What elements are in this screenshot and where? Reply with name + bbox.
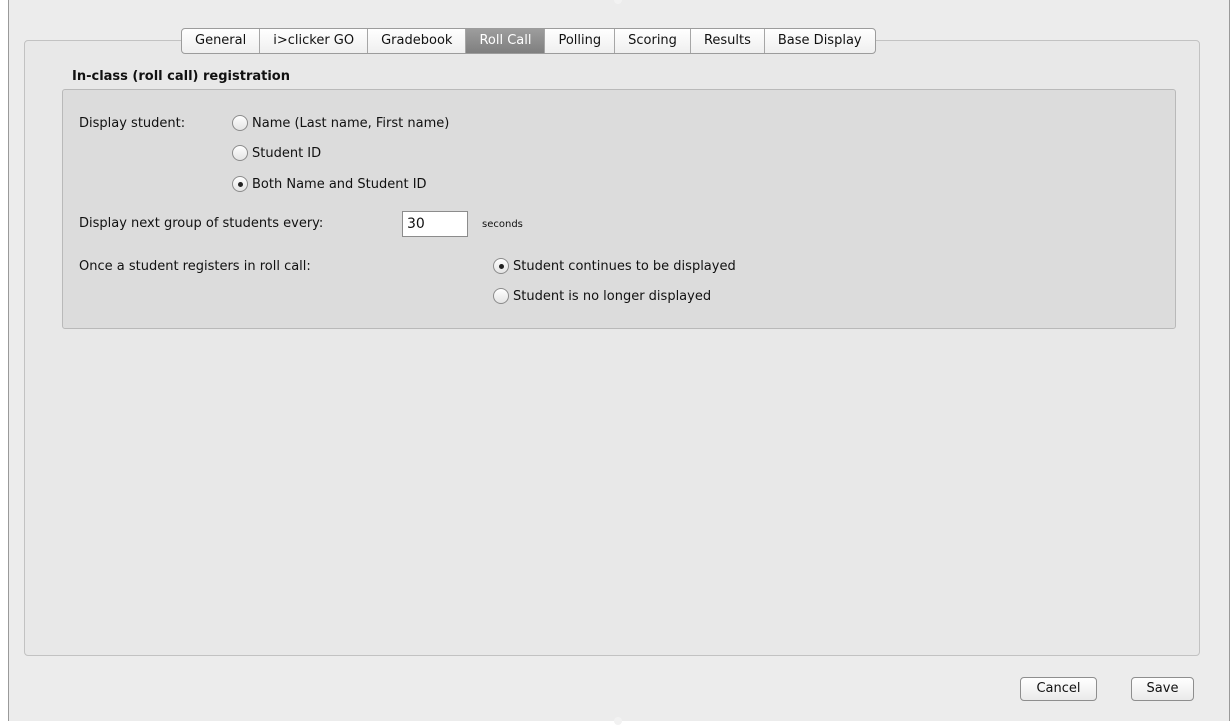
next-group-seconds-input[interactable] — [402, 211, 468, 237]
seconds-unit-label: seconds — [482, 219, 523, 230]
radio-button[interactable] — [232, 145, 248, 161]
radio-continues-option[interactable]: Student continues to be displayed — [493, 258, 736, 274]
save-button[interactable]: Save — [1131, 677, 1194, 701]
cancel-button[interactable]: Cancel — [1020, 677, 1097, 701]
radio-button-selected[interactable] — [232, 176, 248, 192]
radio-label: Student continues to be displayed — [513, 258, 736, 274]
tab-polling[interactable]: Polling — [545, 29, 616, 53]
tab-roll-call[interactable]: Roll Call — [466, 29, 546, 53]
radio-both-option[interactable]: Both Name and Student ID — [232, 176, 427, 192]
radio-label: Both Name and Student ID — [252, 176, 427, 192]
next-group-label: Display next group of students every: — [79, 216, 324, 231]
radio-name-option[interactable]: Name (Last name, First name) — [232, 115, 449, 131]
registers-label: Once a student registers in roll call: — [79, 259, 311, 274]
display-student-label: Display student: — [79, 116, 186, 131]
tab-results[interactable]: Results — [691, 29, 765, 53]
tab-general[interactable]: General — [182, 29, 261, 53]
tab-gradebook[interactable]: Gradebook — [368, 29, 467, 53]
radio-label: Name (Last name, First name) — [252, 115, 450, 131]
section-title: In-class (roll call) registration — [72, 69, 290, 84]
radio-label: Student ID — [252, 145, 322, 161]
radio-button[interactable] — [493, 288, 509, 304]
tab-scoring[interactable]: Scoring — [615, 29, 691, 53]
radio-button[interactable] — [232, 115, 248, 131]
resize-handle-bottom — [614, 717, 622, 725]
radio-button-selected[interactable] — [493, 258, 509, 274]
tab-iclicker-go[interactable]: i>clicker GO — [260, 29, 369, 53]
radio-no-longer-option[interactable]: Student is no longer displayed — [493, 288, 711, 304]
radio-label: Student is no longer displayed — [513, 288, 712, 304]
tab-base-display[interactable]: Base Display — [765, 29, 875, 53]
tab-bar: General i>clicker GO Gradebook Roll Call… — [181, 28, 876, 54]
radio-student-id-option[interactable]: Student ID — [232, 145, 321, 161]
